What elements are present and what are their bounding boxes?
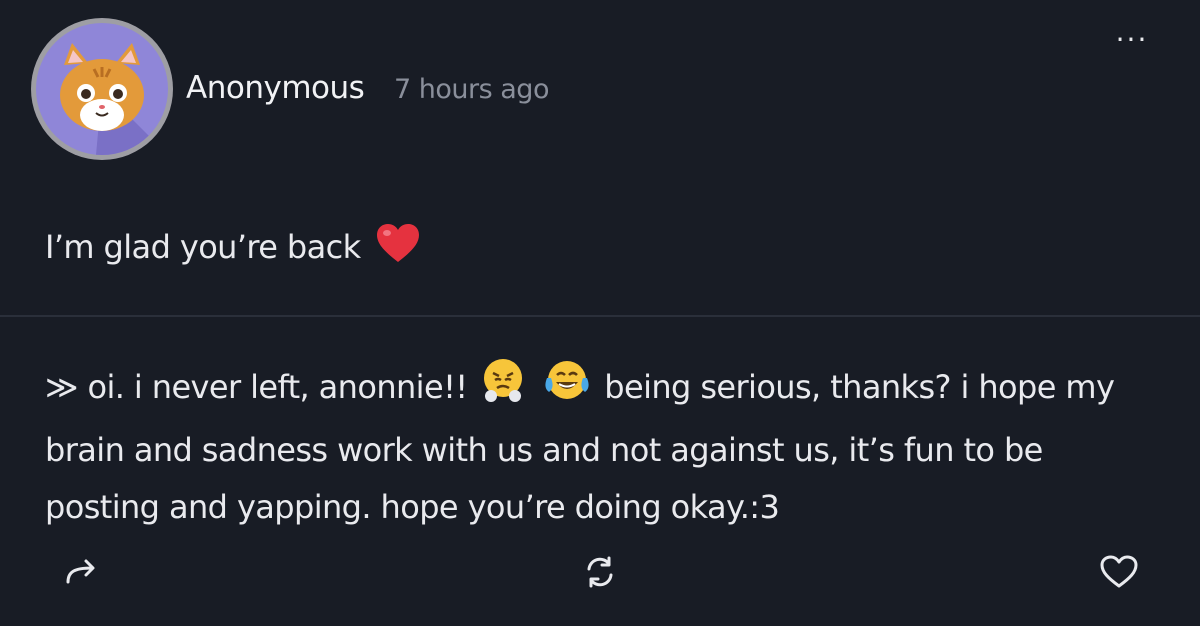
red-heart-emoji-icon: [375, 222, 421, 272]
author-name[interactable]: Anonymous: [186, 70, 365, 106]
post-message-text: I’m glad you’re back: [45, 228, 361, 266]
post-timestamp: 7 hours ago: [394, 74, 549, 105]
refresh-icon: [587, 556, 613, 588]
reply-marker: ≫: [45, 368, 79, 406]
face-with-tears-of-joy-icon: [541, 356, 593, 422]
share-button[interactable]: [62, 552, 102, 592]
refresh-button[interactable]: [580, 552, 620, 592]
face-with-steam-from-nose-icon: [479, 356, 527, 422]
share-arrow-icon: [66, 559, 95, 584]
like-button[interactable]: [1098, 552, 1138, 592]
reply-text-part1: oi. i never left, anonnie!!: [87, 368, 468, 406]
reply-message: ≫ oi. i never left, anonnie!! being seri…: [45, 356, 1155, 536]
divider: [0, 315, 1200, 317]
heart-outline-icon: [1100, 555, 1138, 588]
avatar[interactable]: [31, 18, 173, 160]
more-options-button[interactable]: ···: [1110, 26, 1154, 60]
post-message: I’m glad you’re back: [45, 222, 421, 272]
cat-avatar-icon: [36, 23, 168, 155]
